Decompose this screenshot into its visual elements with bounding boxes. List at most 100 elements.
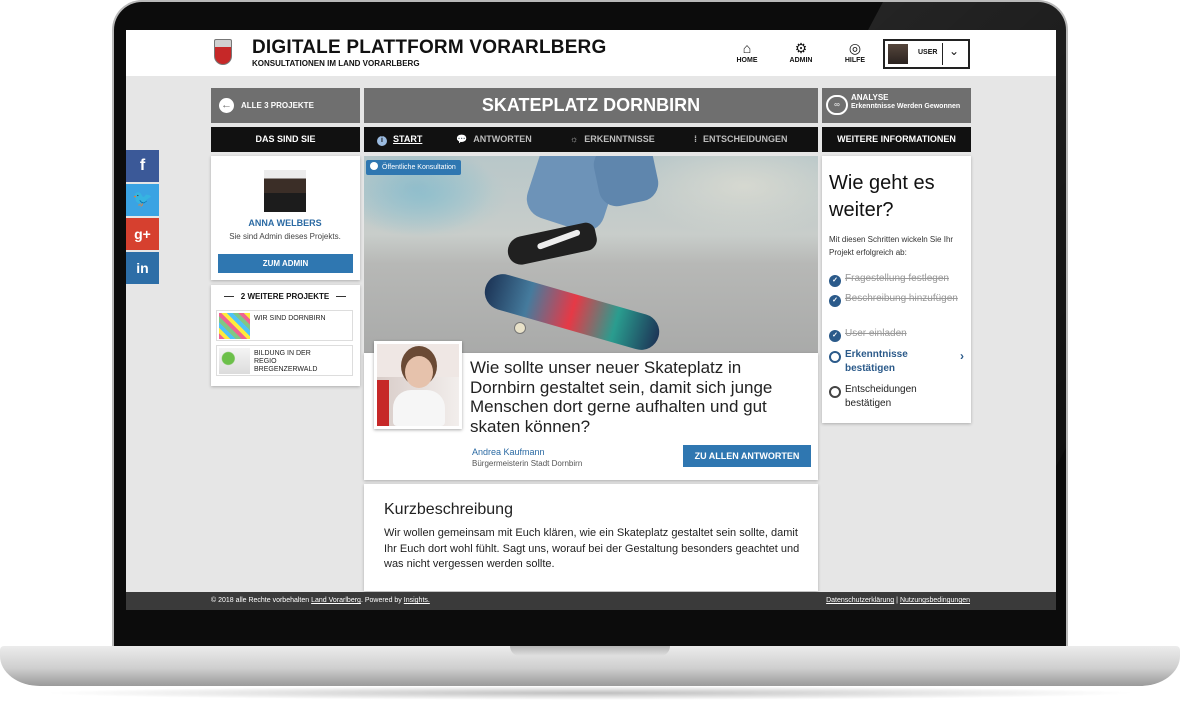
app-screen: DIGITALE PLATTFORM VORARLBERG KONSULTATI… xyxy=(126,30,1056,610)
summary-card: Kurzbeschreibung Wir wollen gemeinsam mi… xyxy=(364,484,818,591)
profile-role: Sie sind Admin dieses Projekts. xyxy=(229,232,341,241)
all-projects-label: ALLE 3 PROJEKTE xyxy=(241,101,314,110)
laptop-shadow xyxy=(40,686,1140,700)
site-title[interactable]: DIGITALE PLATTFORM VORARLBERG xyxy=(252,37,606,59)
tab-erkenntnisse[interactable]: ☼ ERKENNTNISSE xyxy=(570,127,655,152)
lightbulb-icon: ☼ xyxy=(570,134,579,144)
insights-link[interactable]: Insights. xyxy=(404,597,430,604)
next-steps-card: Wie geht es weiter? Mit diesen Schritten… xyxy=(822,156,971,423)
speech-bubble-icon: 💬 xyxy=(456,134,468,144)
author-name[interactable]: Andrea Kaufmann xyxy=(472,447,545,457)
more-projects-heading: 2 WEITERE PROJEKTE xyxy=(211,292,359,301)
home-icon: ⌂ xyxy=(742,40,752,56)
analyse-subtitle: Erkenntnisse Werden Gewonnen xyxy=(851,103,961,110)
twitter-share-button[interactable]: 🐦 xyxy=(126,184,159,216)
nav-home-button[interactable]: ⌂ HOME xyxy=(727,40,767,64)
tab-entscheidungen-label: ENTSCHEIDUNGEN xyxy=(703,134,788,144)
project-thumbnail xyxy=(219,313,250,339)
laptop-mockup: DIGITALE PLATTFORM VORARLBERG KONSULTATI… xyxy=(0,0,1180,714)
nav-home-label: HOME xyxy=(736,57,758,64)
google-plus-icon: g+ xyxy=(134,226,151,242)
coat-of-arms-logo[interactable] xyxy=(214,39,232,65)
circle-icon xyxy=(829,351,841,363)
photo-face xyxy=(405,356,433,388)
facebook-icon: f xyxy=(139,157,146,174)
footer-copyright: © 2018 alle Rechte vorbehalten Land Vora… xyxy=(211,592,430,610)
step-label: Entscheidungen bestätigen xyxy=(845,384,917,409)
powered-by-text: . Powered by xyxy=(360,597,402,604)
to-admin-button[interactable]: ZUM ADMIN xyxy=(218,254,353,273)
public-consultation-badge: Öffentliche Konsultation xyxy=(366,160,461,175)
photo-red-accent xyxy=(377,380,389,426)
user-menu-divider xyxy=(942,43,943,65)
step-label: User einladen xyxy=(845,328,907,339)
chevron-down-icon[interactable]: ⌄ xyxy=(949,44,959,58)
arrow-left-icon: ← xyxy=(219,98,234,113)
nav-help-label: HILFE xyxy=(844,57,866,64)
top-bar: DIGITALE PLATTFORM VORARLBERG KONSULTATI… xyxy=(126,30,1056,76)
nav-help-button[interactable]: ◎ HILFE xyxy=(835,40,875,64)
land-vorarlberg-link[interactable]: Land Vorarlberg xyxy=(311,597,361,604)
project-thumbnail xyxy=(219,348,250,374)
consultation-question: Wie sollte unser neuer Skateplatz in Dor… xyxy=(470,358,773,436)
author-photo xyxy=(374,341,462,429)
twitter-icon: 🐦 xyxy=(132,191,153,208)
summary-heading: Kurzbeschreibung xyxy=(384,501,513,518)
next-steps-intro: Mit diesen Schritten wickeln Sie Ihr Pro… xyxy=(829,235,954,257)
analyse-title: ANALYSE xyxy=(851,93,889,102)
footer: © 2018 alle Rechte vorbehalten Land Vora… xyxy=(126,592,1056,610)
profile-name[interactable]: ANNA WELBERS xyxy=(211,218,359,228)
globe-icon xyxy=(370,162,378,170)
next-steps-heading: Wie geht es weiter? xyxy=(829,172,935,221)
terms-link[interactable]: Nutzungsbedingungen xyxy=(900,597,970,604)
linkedin-icon: in xyxy=(136,260,149,276)
nav-admin-button[interactable]: ⚙ ADMIN xyxy=(781,40,821,64)
project-list-item[interactable]: BILDUNG IN DER REGIO BREGENZERWALD xyxy=(216,345,353,376)
step-label: Fragestellung festlegen xyxy=(845,273,949,284)
more-projects-card: 2 WEITERE PROJEKTE WIR SIND DORNBIRN BIL… xyxy=(211,285,360,386)
avatar xyxy=(264,170,306,212)
step-label: Beschreibung hinzufügen xyxy=(845,293,958,304)
gear-icon: ⚙ xyxy=(794,40,808,56)
project-title-label: WIR SIND DORNBIRN xyxy=(254,315,326,322)
question-card: Wie sollte unser neuer Skateplatz in Dor… xyxy=(364,341,818,480)
project-title: SKATEPLATZ DORNBIRN xyxy=(364,88,818,123)
footer-links: Datenschutzerklärung | Nutzungsbedingung… xyxy=(826,592,970,610)
skateboard-wheel xyxy=(514,322,526,334)
badge-label: Öffentliche Konsultation xyxy=(382,164,456,171)
site-subtitle: KONSULTATIONEN IM LAND VORARLBERG xyxy=(252,59,420,68)
nav-admin-label: ADMIN xyxy=(789,57,813,64)
hero-image-skateboarder: Öffentliche Konsultation xyxy=(364,156,818,353)
project-title-label: BILDUNG IN DER REGIO BREGENZERWALD xyxy=(254,350,318,373)
tab-antworten[interactable]: 💬 ANTWORTEN xyxy=(456,127,532,152)
check-icon: ✓ xyxy=(829,275,841,287)
sneaker xyxy=(505,220,599,268)
user-label: USER xyxy=(918,49,938,56)
tab-bar: i START 💬 ANTWORTEN ☼ ERKENNTNISSE ⁞ ENTSCHE… xyxy=(364,127,818,152)
check-icon: ✓ xyxy=(829,295,841,307)
tab-erkenntnisse-label: ERKENNTNISSE xyxy=(584,134,655,144)
circle-icon xyxy=(829,386,841,398)
privacy-link[interactable]: Datenschutzerklärung xyxy=(826,597,894,604)
facebook-share-button[interactable]: f xyxy=(126,150,159,182)
all-answers-button[interactable]: ZU ALLEN ANTWORTEN xyxy=(683,445,811,467)
brain-icon: ∞ xyxy=(826,95,848,115)
step-label: Erkenntnisse bestätigen xyxy=(845,349,908,374)
tab-entscheidungen[interactable]: ⁞ ENTSCHEIDUNGEN xyxy=(694,127,788,152)
photo-body xyxy=(393,390,445,426)
section-heading-more-info: WEITERE INFORMATIONEN xyxy=(822,127,971,152)
project-list-item[interactable]: WIR SIND DORNBIRN xyxy=(216,310,353,341)
summary-text: Wir wollen gemeinsam mit Euch klären, wi… xyxy=(384,527,800,570)
help-icon: ◎ xyxy=(848,40,862,56)
linkedin-share-button[interactable]: in xyxy=(126,252,159,284)
analyse-status[interactable]: ∞ ANALYSE Erkenntnisse Werden Gewonnen xyxy=(822,88,971,123)
author-role: Bürgermeisterin Stadt Dornbirn xyxy=(472,459,583,468)
check-icon: ✓ xyxy=(829,330,841,342)
tab-start[interactable]: i START xyxy=(377,127,422,152)
footer-separator: | xyxy=(896,597,898,604)
all-projects-button[interactable]: ← ALLE 3 PROJEKTE xyxy=(211,88,360,123)
chevron-right-icon[interactable]: › xyxy=(960,349,964,363)
user-menu[interactable]: USER ⌄ xyxy=(883,39,970,69)
bulb-outline-icon: ⁞ xyxy=(694,134,697,144)
google-plus-share-button[interactable]: g+ xyxy=(126,218,159,250)
